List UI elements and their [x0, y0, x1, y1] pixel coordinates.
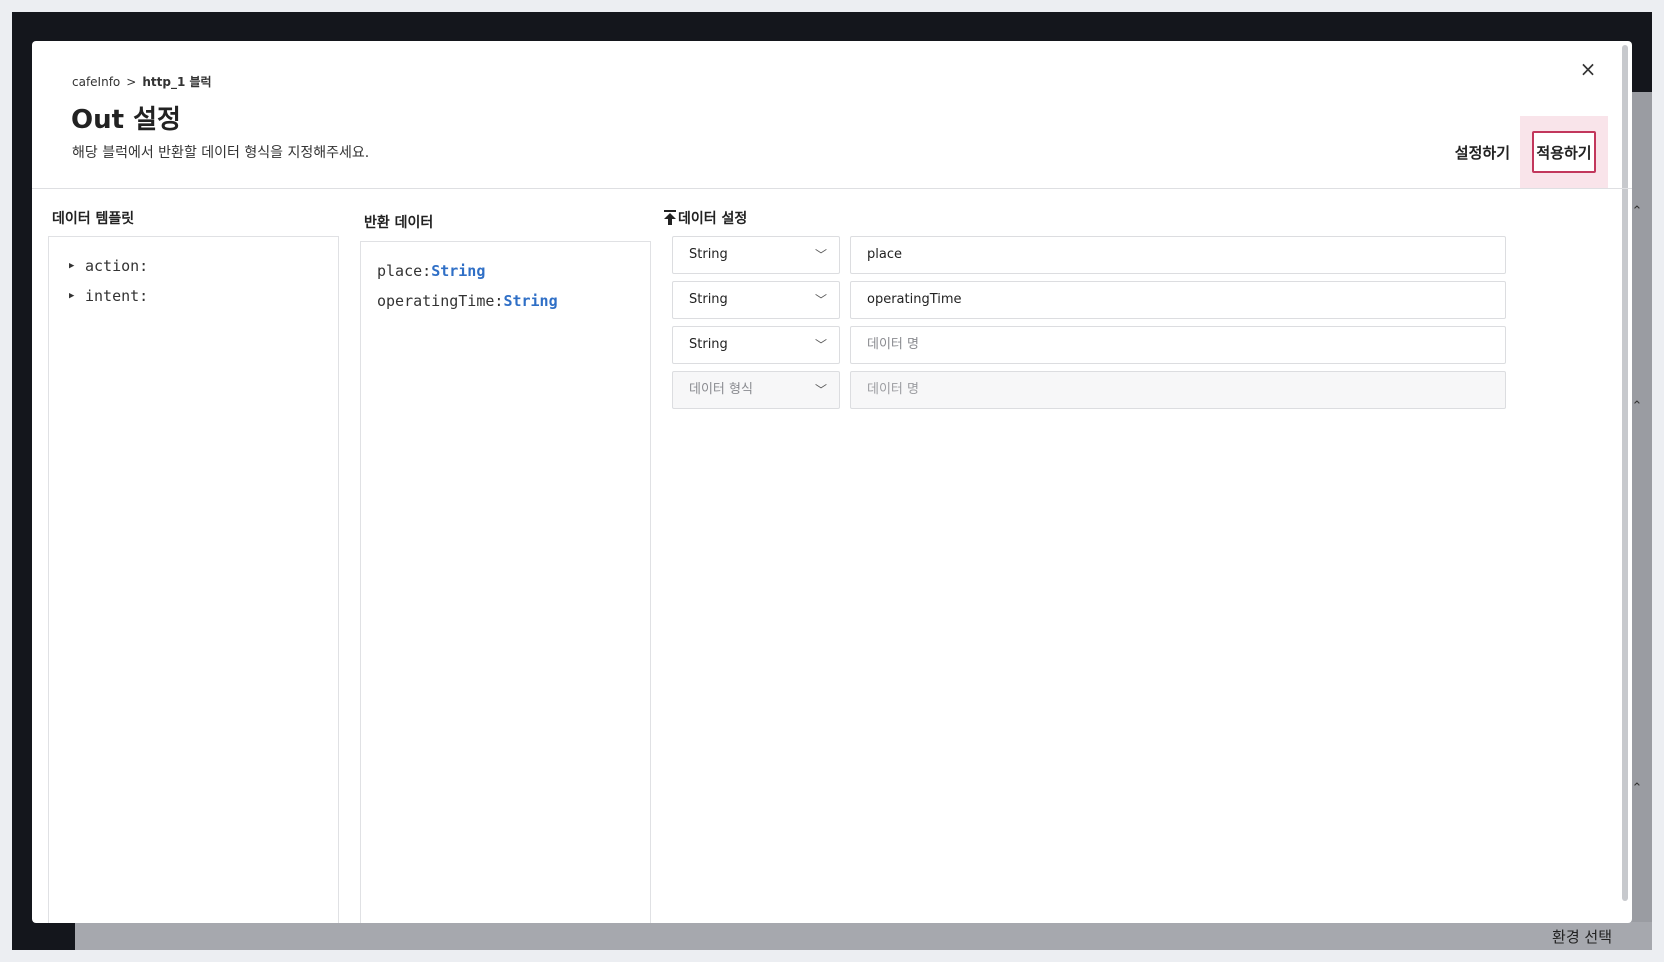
template-tree: ▶ action: ▶ intent:: [48, 236, 339, 923]
return-key: place: [377, 262, 423, 280]
apply-button-highlight: 적용하기: [1520, 116, 1608, 188]
page-title: Out 설정: [71, 105, 181, 135]
select-value: String: [689, 292, 728, 307]
chevron-down-icon: ﹀: [814, 248, 827, 262]
modal-scrollbar[interactable]: [1622, 45, 1628, 901]
settings-panel-title: 데이터 설정: [678, 211, 748, 227]
return-line: place:String: [377, 256, 650, 286]
select-value: String: [689, 337, 728, 352]
tree-item-label: action:: [85, 257, 149, 275]
data-name-input[interactable]: 데이터 명: [850, 371, 1506, 409]
environment-select-label[interactable]: 환경 선택: [1552, 926, 1612, 947]
caret-right-icon[interactable]: ▶: [69, 281, 85, 311]
type-select[interactable]: String ﹀: [672, 326, 840, 364]
tree-item-action[interactable]: ▶ action:: [69, 251, 338, 281]
out-settings-modal: × cafeInfo > http_1 블럭 Out 설정 해당 블럭에서 반환할 …: [32, 41, 1632, 923]
setting-button[interactable]: 설정하기: [1449, 142, 1516, 163]
type-select[interactable]: String ﹀: [672, 281, 840, 319]
close-icon[interactable]: ×: [1576, 57, 1600, 81]
data-name-input[interactable]: operatingTime: [850, 281, 1506, 319]
type-select[interactable]: 데이터 형식 ﹀: [672, 371, 840, 409]
chevron-down-icon: ﹀: [814, 383, 827, 397]
chevron-down-icon: ﹀: [814, 293, 827, 307]
page-description: 해당 블럭에서 반환할 데이터 형식을 지정해주세요.: [72, 145, 370, 161]
select-value: String: [689, 247, 728, 262]
header-divider: [32, 188, 1632, 189]
return-type: String: [431, 262, 486, 280]
chevron-down-icon: ﹀: [814, 338, 827, 352]
breadcrumb-current: http_1 블럭: [142, 75, 212, 89]
type-select[interactable]: String ﹀: [672, 236, 840, 274]
tree-item-intent[interactable]: ▶ intent:: [69, 281, 338, 311]
data-name-input[interactable]: place: [850, 236, 1506, 274]
select-placeholder: 데이터 형식: [689, 382, 753, 397]
background-footer: 환경 선택: [75, 922, 1652, 950]
breadcrumb-separator: >: [126, 75, 137, 89]
return-line: operatingTime:String: [377, 286, 650, 316]
tree-item-label: intent:: [85, 287, 149, 305]
upload-icon[interactable]: [662, 209, 678, 227]
breadcrumb-parent[interactable]: cafeInfo: [72, 75, 120, 89]
return-data-view: place:String operatingTime:String: [360, 241, 651, 923]
apply-button[interactable]: 적용하기: [1532, 131, 1596, 173]
data-name-input[interactable]: 데이터 명: [850, 326, 1506, 364]
return-sep: :: [422, 262, 432, 280]
template-panel-title: 데이터 템플릿: [52, 211, 135, 227]
return-key: operatingTime: [377, 292, 495, 310]
caret-right-icon[interactable]: ▶: [69, 251, 85, 281]
return-panel-title: 반환 데이터: [364, 215, 434, 231]
breadcrumb: cafeInfo > http_1 블럭: [72, 73, 212, 90]
return-type: String: [503, 292, 558, 310]
header-actions: 설정하기 적용하기: [1449, 116, 1608, 188]
